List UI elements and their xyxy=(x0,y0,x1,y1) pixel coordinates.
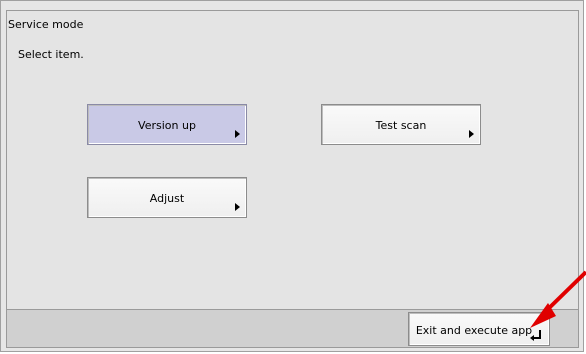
submenu-arrow-icon xyxy=(235,130,240,138)
adjust-label: Adjust xyxy=(149,192,185,205)
submenu-arrow-icon xyxy=(235,203,240,211)
submenu-arrow-icon xyxy=(469,130,474,138)
version-up-button[interactable]: Version up xyxy=(87,104,247,145)
page-title: Service mode xyxy=(8,18,84,31)
exit-and-execute-app-button[interactable]: Exit and execute app xyxy=(408,312,550,346)
instruction-text: Select item. xyxy=(18,48,84,61)
main-panel xyxy=(6,10,579,310)
adjust-button[interactable]: Adjust xyxy=(87,177,247,218)
test-scan-label: Test scan xyxy=(375,119,427,132)
test-scan-button[interactable]: Test scan xyxy=(321,104,481,145)
version-up-label: Version up xyxy=(138,119,196,132)
return-icon xyxy=(530,330,541,341)
exit-label: Exit and execute app xyxy=(415,324,533,337)
